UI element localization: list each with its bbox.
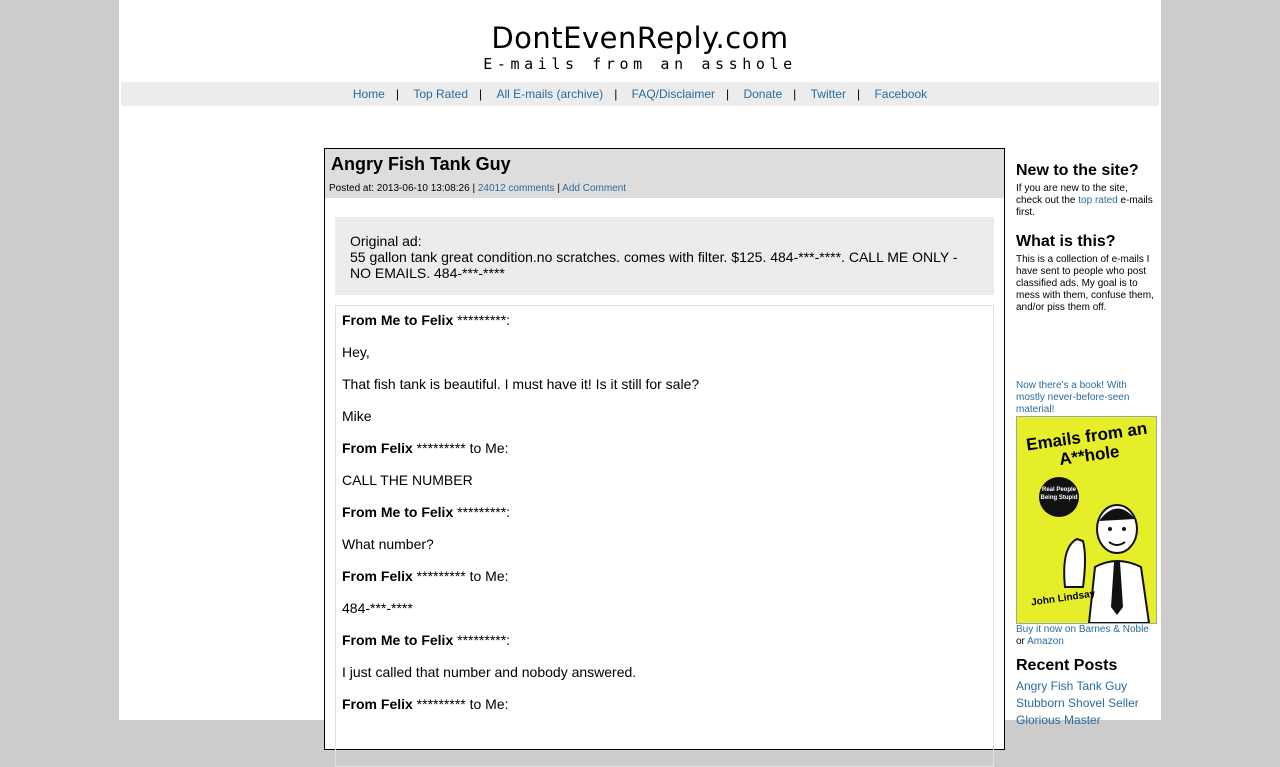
original-ad-text: 55 gallon tank great condition.no scratc… — [350, 249, 958, 281]
email-header: From Felix ********* to Me: — [342, 440, 509, 456]
nav-separator: | — [856, 87, 861, 101]
post-title: Angry Fish Tank Guy — [331, 154, 511, 174]
meta-separator: | — [557, 183, 560, 194]
book-promo-link[interactable]: Now there's a book! With mostly never-be… — [1016, 380, 1154, 416]
nav-home-link[interactable]: Home — [353, 82, 385, 106]
nav-donate-link[interactable]: Donate — [743, 82, 782, 106]
recent-posts-heading: Recent Posts — [1016, 657, 1118, 674]
comments-link[interactable]: 24012 comments — [478, 183, 555, 194]
nav-separator: | — [726, 87, 730, 101]
recent-post-link[interactable]: Stubborn Shovel Seller — [1016, 695, 1154, 712]
what-is-this-heading: What is this? — [1016, 233, 1116, 250]
email-header: From Felix ********* to Me: — [342, 696, 509, 712]
email-header: From Me to Felix *********: — [342, 312, 510, 328]
post-header: Angry Fish Tank Guy Posted at: 2013-06-1… — [325, 149, 1004, 198]
add-comment-link[interactable]: Add Comment — [562, 183, 626, 194]
nav-top-rated-link[interactable]: Top Rated — [413, 82, 468, 106]
post-meta: Posted at: 2013-06-10 13:08:26 | 24012 c… — [329, 183, 626, 194]
email-body-line: Hey, — [342, 344, 370, 360]
email-body-line: CALL THE NUMBER — [342, 472, 473, 488]
email-conversation: From Me to Felix *********: Hey, That fi… — [335, 305, 994, 767]
nav-separator: | — [614, 87, 618, 101]
new-to-site-text: If you are new to the site, check out th… — [1016, 183, 1154, 219]
email-header-suffix: ********* to Me: — [412, 568, 509, 584]
email-body-line: 484-***-**** — [342, 600, 413, 616]
email-header-label: From Me to Felix — [342, 312, 454, 328]
top-rated-link[interactable]: top rated — [1078, 195, 1117, 206]
email-header-suffix: ********* to Me: — [412, 440, 509, 456]
nav-faq-link[interactable]: FAQ/Disclaimer — [632, 82, 715, 106]
email-body-line: That fish tank is beautiful. I must have… — [342, 376, 700, 392]
email-header: From Me to Felix *********: — [342, 504, 510, 520]
nav-separator: | — [793, 87, 797, 101]
email-body-line: What number? — [342, 536, 434, 552]
main-nav: Home | Top Rated | All E-mails (archive) | … — [121, 82, 1159, 106]
what-is-this-text: This is a collection of e-mails I have s… — [1016, 254, 1154, 313]
email-header-label: From Felix — [342, 568, 413, 584]
email-header-label: From Me to Felix — [342, 632, 454, 648]
buy-or-text: or — [1016, 636, 1025, 647]
email-body-line: Mike — [342, 408, 372, 424]
email-header: From Me to Felix *********: — [342, 632, 510, 648]
email-header: From Felix ********* to Me: — [342, 568, 509, 584]
email-header-suffix: *********: — [453, 504, 511, 520]
recent-post-link[interactable]: Angry Fish Tank Guy — [1016, 678, 1154, 695]
nav-separator: | — [479, 87, 483, 101]
email-header-suffix: ********* to Me: — [412, 696, 509, 712]
email-header-suffix: *********: — [453, 312, 511, 328]
nav-separator: | — [395, 87, 399, 101]
page-container: DontEvenReply.com E-mails from an asshol… — [119, 0, 1161, 767]
original-ad-label: Original ad: — [350, 233, 422, 249]
barnes-noble-link[interactable]: Buy it now on Barnes & Noble — [1016, 624, 1149, 635]
site-tagline: E-mails from an asshole — [483, 55, 797, 73]
site-title[interactable]: DontEvenReply.com — [119, 20, 1161, 56]
nav-twitter-link[interactable]: Twitter — [811, 82, 846, 106]
email-header-label: From Felix — [342, 696, 413, 712]
site-header: DontEvenReply.com E-mails from an asshol… — [119, 0, 1161, 82]
recent-posts-list: Angry Fish Tank Guy Stubborn Shovel Sell… — [1016, 678, 1154, 729]
amazon-link[interactable]: Amazon — [1027, 636, 1064, 647]
nav-facebook-link[interactable]: Facebook — [874, 82, 927, 106]
book-cover-image[interactable]: Emails from an A**hole Real People Being… — [1016, 416, 1157, 624]
email-header-suffix: *********: — [453, 632, 511, 648]
email-body-line: I just called that number and nobody ans… — [342, 664, 637, 680]
recent-post-link[interactable]: Glorious Master — [1016, 712, 1154, 729]
post-article: Angry Fish Tank Guy Posted at: 2013-06-1… — [324, 148, 1005, 767]
post-date: Posted at: 2013-06-10 13:08:26 | — [329, 183, 476, 194]
nav-archive-link[interactable]: All E-mails (archive) — [497, 82, 604, 106]
buy-book-text: Buy it now on Barnes & Noble or Amazon — [1016, 624, 1154, 648]
email-header-label: From Felix — [342, 440, 413, 456]
original-ad-box: Original ad: 55 gallon tank great condit… — [335, 217, 994, 295]
email-header-label: From Me to Felix — [342, 504, 454, 520]
new-to-site-heading: New to the site? — [1016, 162, 1139, 179]
